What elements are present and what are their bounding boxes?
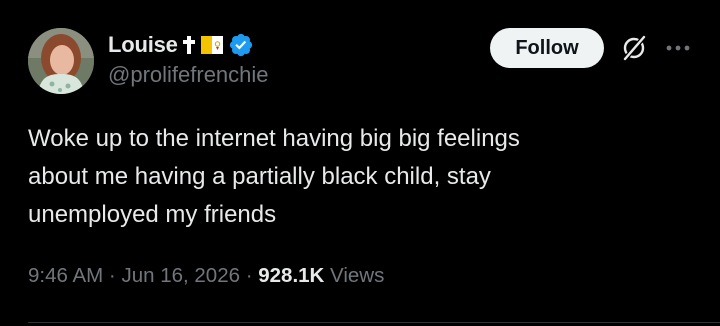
more-options-icon[interactable]	[664, 40, 692, 56]
follow-button[interactable]: Follow	[490, 28, 604, 68]
tweet-card: Louise @prolifefrenchie Follow Woke up t…	[0, 0, 720, 326]
avatar[interactable]	[28, 28, 94, 94]
meta-separator: ·	[108, 264, 116, 287]
tweet-time[interactable]: 9:46 AM	[28, 264, 103, 287]
author-name-row[interactable]: Louise	[108, 30, 254, 60]
grok-icon[interactable]	[620, 34, 648, 62]
tweet-meta: 9:46 AM · Jun 16, 2026 · 928.1K Views	[28, 264, 384, 288]
author-display-name[interactable]: Louise	[108, 32, 178, 58]
latin-cross-emoji	[182, 35, 196, 55]
vatican-flag-emoji	[200, 34, 224, 56]
views-label: Views	[330, 264, 385, 287]
verified-badge-icon[interactable]	[228, 32, 254, 58]
tweet-date[interactable]: Jun 16, 2026	[121, 264, 240, 287]
avatar-image	[28, 28, 94, 94]
views-count[interactable]: 928.1K	[258, 264, 324, 287]
tweet-text: Woke up to the internet having big big f…	[28, 125, 520, 228]
meta-separator: ·	[245, 264, 253, 287]
author-handle[interactable]: @prolifefrenchie	[108, 62, 269, 88]
divider	[28, 322, 720, 323]
